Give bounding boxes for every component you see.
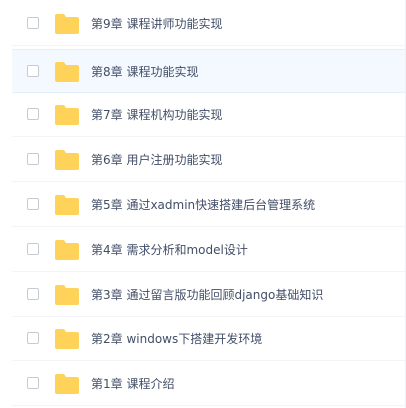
select-checkbox[interactable] bbox=[27, 332, 39, 344]
select-checkbox[interactable] bbox=[27, 108, 39, 120]
folder-icon bbox=[54, 374, 80, 394]
list-item-folder[interactable]: 第6章 用户注册功能实现 bbox=[12, 138, 406, 182]
select-checkbox[interactable] bbox=[27, 377, 39, 389]
list-item-folder[interactable]: 第5章 通过xadmin快速搭建后台管理系统 bbox=[12, 183, 406, 227]
select-checkbox[interactable] bbox=[27, 17, 39, 29]
folder-icon bbox=[54, 14, 80, 34]
folder-icon bbox=[54, 329, 80, 349]
file-list: 第9章 课程讲师功能实现 第8章 课程功能实现 第7章 课程机构功能实现 第6章… bbox=[0, 0, 406, 408]
folder-name[interactable]: 第1章 课程介绍 bbox=[91, 362, 174, 406]
folder-name[interactable]: 第4章 需求分析和model设计 bbox=[91, 228, 248, 272]
folder-name[interactable]: 第3章 通过留言版功能回顾django基础知识 bbox=[91, 273, 323, 317]
select-checkbox[interactable] bbox=[27, 153, 39, 165]
folder-name[interactable]: 第2章 windows下搭建开发环境 bbox=[91, 317, 262, 361]
folder-name[interactable]: 第9章 课程讲师功能实现 bbox=[91, 2, 222, 46]
folder-icon bbox=[54, 62, 80, 82]
folder-icon bbox=[54, 150, 80, 170]
select-checkbox[interactable] bbox=[27, 243, 39, 255]
select-checkbox[interactable] bbox=[27, 198, 39, 210]
folder-icon bbox=[54, 195, 80, 215]
select-checkbox[interactable] bbox=[27, 288, 39, 300]
list-item-folder[interactable]: 第2章 windows下搭建开发环境 bbox=[12, 317, 406, 361]
list-item-folder[interactable]: 第4章 需求分析和model设计 bbox=[12, 228, 406, 272]
list-item-folder[interactable]: 第7章 课程机构功能实现 bbox=[12, 93, 406, 137]
list-item-folder[interactable]: 第3章 通过留言版功能回顾django基础知识 bbox=[12, 273, 406, 317]
list-item-folder[interactable]: 第8章 课程功能实现 bbox=[12, 49, 406, 93]
folder-icon bbox=[54, 105, 80, 125]
folder-icon bbox=[54, 240, 80, 260]
list-item-folder[interactable]: 第9章 课程讲师功能实现 bbox=[12, 2, 406, 46]
select-checkbox[interactable] bbox=[27, 65, 39, 77]
folder-name[interactable]: 第5章 通过xadmin快速搭建后台管理系统 bbox=[91, 183, 315, 227]
folder-name[interactable]: 第6章 用户注册功能实现 bbox=[91, 138, 222, 182]
folder-icon bbox=[54, 285, 80, 305]
folder-name[interactable]: 第7章 课程机构功能实现 bbox=[91, 93, 222, 137]
list-item-folder[interactable]: 第1章 课程介绍 bbox=[12, 362, 406, 406]
folder-name[interactable]: 第8章 课程功能实现 bbox=[91, 50, 198, 94]
